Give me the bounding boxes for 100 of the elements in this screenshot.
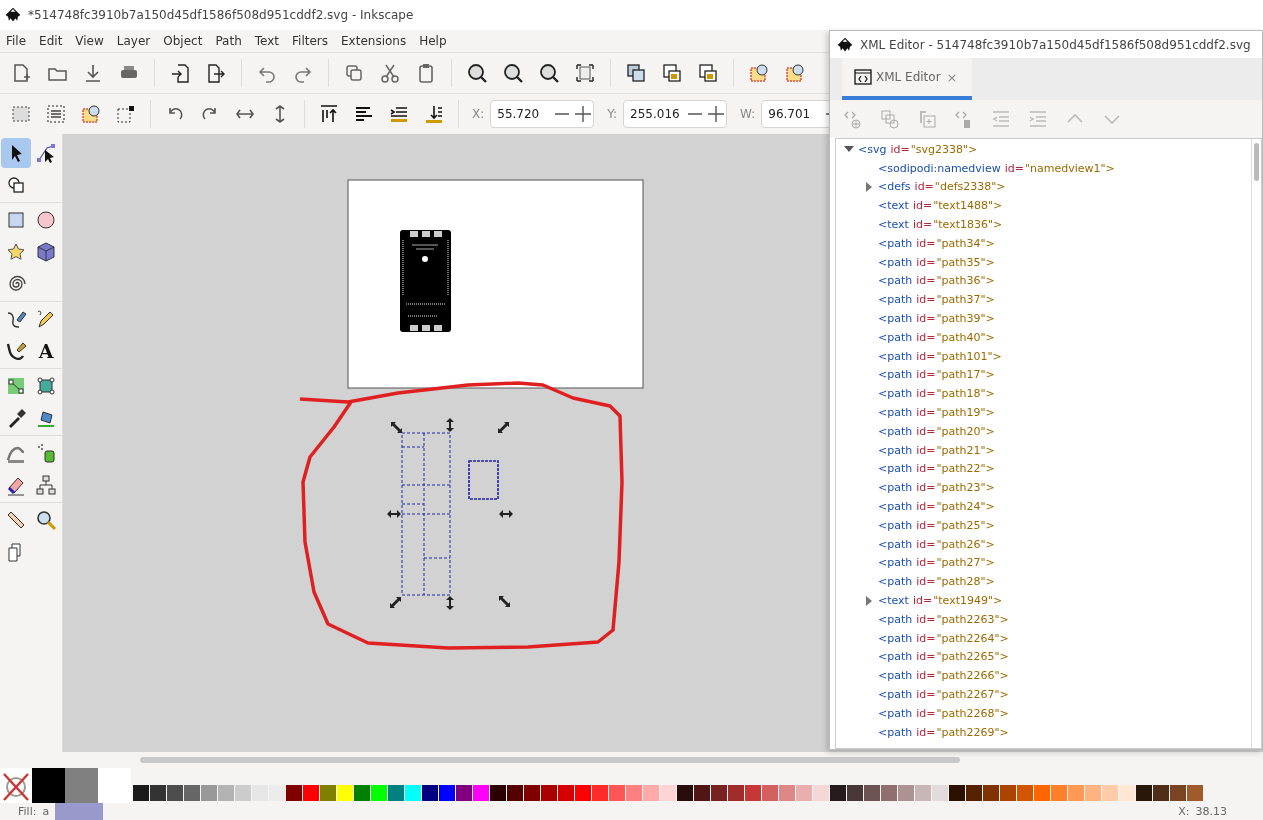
scale-handle[interactable]	[387, 510, 401, 518]
star-icon[interactable]	[5, 241, 27, 263]
color-swatch[interactable]	[711, 785, 728, 801]
spray-bottle-icon[interactable]	[35, 442, 57, 464]
color-swatch[interactable]	[1170, 785, 1187, 801]
collapsed-arrow-icon[interactable]	[864, 595, 874, 606]
color-swatch[interactable]	[405, 785, 422, 801]
zoom-icon[interactable]	[466, 62, 488, 84]
color-swatch[interactable]	[235, 785, 252, 801]
menu-item[interactable]: Extensions	[341, 34, 407, 48]
menu-item[interactable]: Layer	[116, 34, 151, 48]
corner-square-icon[interactable]	[115, 103, 137, 125]
spin-field[interactable]: 55.720	[490, 100, 595, 128]
menu-item[interactable]: File	[6, 34, 27, 48]
color-swatch[interactable]	[490, 785, 507, 801]
color-swatch[interactable]	[1017, 785, 1034, 801]
color-swatch[interactable]	[813, 785, 830, 801]
color-swatch[interactable]	[337, 785, 354, 801]
menu-item[interactable]: Object	[163, 34, 203, 48]
tree-row[interactable]: <path id="path2263">	[836, 609, 1251, 629]
tree-row[interactable]: <text id="text1949">	[836, 591, 1251, 610]
tree-row[interactable]: <defs id="defs2338">	[836, 177, 1251, 197]
fit-frame-icon[interactable]	[574, 62, 596, 84]
tree-row[interactable]: <path id="path36">	[836, 271, 1251, 291]
scrollbar-thumb[interactable]	[140, 757, 960, 763]
tree-row[interactable]: <path id="path40">	[836, 327, 1251, 347]
color-swatch[interactable]	[1102, 785, 1119, 801]
color-swatch[interactable]	[218, 785, 235, 801]
pointer-icon[interactable]	[1, 138, 31, 168]
text-tool-icon[interactable]: A	[38, 341, 54, 361]
color-swatch[interactable]	[983, 785, 1000, 801]
scale-handle[interactable]	[391, 422, 402, 433]
scale-handle[interactable]	[446, 418, 454, 432]
select-all-layers-icon[interactable]	[45, 103, 67, 125]
export-icon[interactable]	[205, 62, 227, 84]
mesh-icon[interactable]	[35, 375, 57, 397]
color-swatch[interactable]	[1051, 785, 1068, 801]
color-swatch[interactable]	[439, 785, 456, 801]
color-swatch[interactable]	[932, 785, 949, 801]
tree-row[interactable]: <path id="path37">	[836, 290, 1251, 310]
color-swatch[interactable]	[133, 785, 150, 801]
color-swatch[interactable]	[65, 768, 98, 803]
color-swatch[interactable]	[762, 785, 779, 801]
menu-item[interactable]: Edit	[39, 34, 63, 48]
add-child-node-icon[interactable]	[879, 108, 901, 130]
color-swatch[interactable]	[626, 785, 643, 801]
color-swatch[interactable]	[507, 785, 524, 801]
tree-row[interactable]: <path id="path101">	[836, 346, 1251, 366]
color-swatch[interactable]	[966, 785, 983, 801]
rectangle-icon[interactable]	[5, 209, 27, 231]
minus-plus-icon[interactable]	[686, 104, 727, 124]
color-swatch[interactable]	[949, 785, 966, 801]
scale-handle[interactable]	[498, 422, 509, 433]
color-swatch[interactable]	[524, 785, 541, 801]
tree-row[interactable]: <sodipodi:namedview id="namedview1">	[836, 158, 1251, 178]
zoom-icon[interactable]	[35, 509, 57, 531]
color-swatch[interactable]	[303, 785, 320, 801]
menu-item[interactable]: Help	[419, 34, 447, 48]
tree-row[interactable]: <path id="path24">	[836, 497, 1251, 516]
tree-row[interactable]: <path id="path22">	[836, 459, 1251, 479]
tree-row[interactable]: <svg id="svg2338">	[836, 140, 1251, 159]
color-swatch[interactable]	[371, 785, 388, 801]
scissors-icon[interactable]	[379, 62, 401, 84]
stacked-squares-icon[interactable]	[625, 62, 647, 84]
color-swatch[interactable]	[592, 785, 609, 801]
tree-row[interactable]: <path id="path2267">	[836, 685, 1251, 704]
tree-row[interactable]: <path id="path19">	[836, 403, 1251, 422]
color-swatch[interactable]	[320, 785, 337, 801]
collapsed-arrow-icon[interactable]	[864, 182, 874, 192]
lower-to-bottom-icon[interactable]	[423, 103, 445, 125]
color-swatch[interactable]	[269, 785, 286, 801]
tree-row[interactable]: <path id="path2268">	[836, 703, 1251, 723]
zoom-square-icon[interactable]	[784, 62, 806, 84]
tree-row[interactable]: <path id="path27">	[836, 553, 1251, 573]
color-swatch[interactable]	[1034, 785, 1051, 801]
color-swatch[interactable]	[660, 785, 677, 801]
gradient-icon[interactable]	[5, 375, 27, 397]
color-swatch[interactable]	[677, 785, 694, 801]
scale-handle[interactable]	[390, 597, 401, 608]
color-swatch[interactable]	[150, 785, 167, 801]
tab[interactable]: XML Editor ×	[842, 58, 972, 100]
color-swatch[interactable]	[354, 785, 371, 801]
color-swatch[interactable]	[830, 785, 847, 801]
circle-icon[interactable]	[35, 209, 57, 231]
color-swatch[interactable]	[643, 785, 660, 801]
color-swatch[interactable]	[915, 785, 932, 801]
tree-row[interactable]: <path id="path2265">	[836, 647, 1251, 667]
tree-row[interactable]: <path id="path28">	[836, 572, 1251, 592]
color-swatch[interactable]	[1119, 785, 1136, 801]
color-swatch[interactable]	[881, 785, 898, 801]
scale-handle[interactable]	[446, 596, 454, 610]
color-swatch[interactable]	[1068, 785, 1085, 801]
color-swatch[interactable]	[558, 785, 575, 801]
color-swatch[interactable]	[167, 785, 184, 801]
color-swatch[interactable]	[864, 785, 881, 801]
scale-handle[interactable]	[499, 510, 513, 518]
menu-item[interactable]: Text	[254, 34, 280, 48]
color-swatch[interactable]	[728, 785, 745, 801]
tree-row[interactable]: <path id="path21">	[836, 440, 1251, 460]
raise-to-top-icon[interactable]	[318, 103, 340, 125]
